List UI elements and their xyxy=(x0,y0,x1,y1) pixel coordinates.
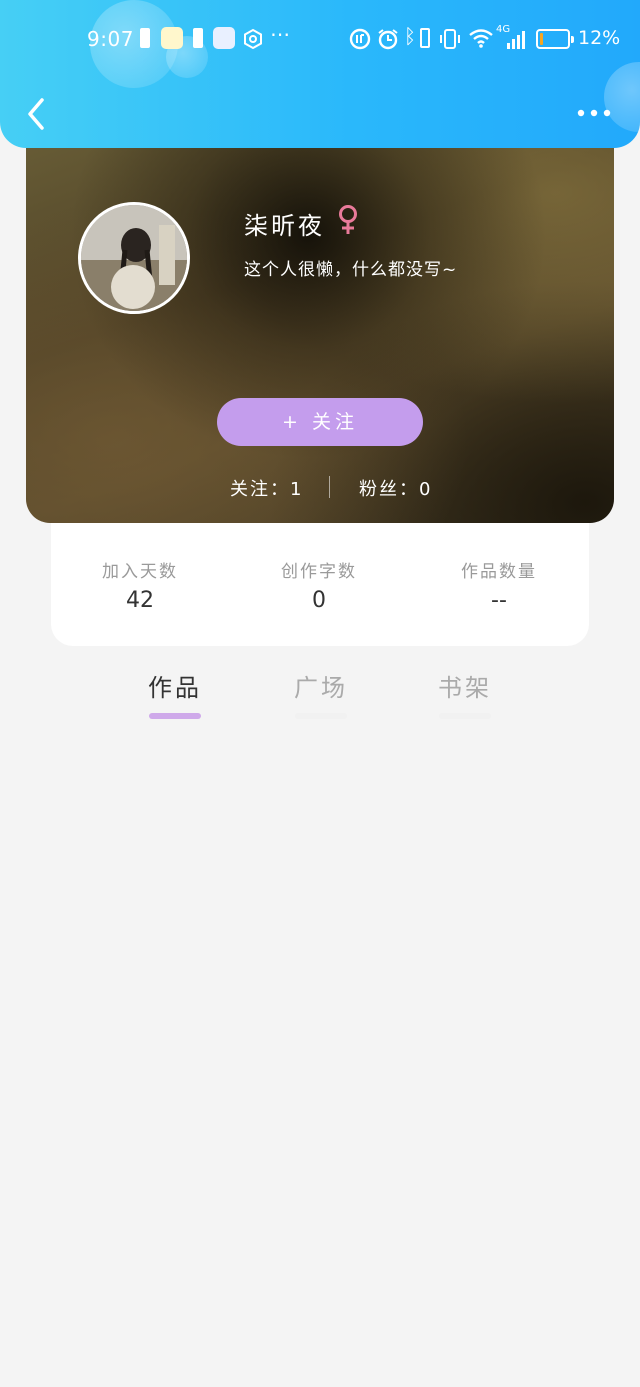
stat-value: -- xyxy=(491,588,507,613)
data-saver-icon xyxy=(349,28,371,50)
followers-count[interactable]: 粉丝：0 xyxy=(359,475,432,501)
stats-card: 加入天数 42 创作字数 0 作品数量 -- xyxy=(51,515,589,646)
stat-joined-days: 加入天数 42 xyxy=(70,557,210,613)
profile-card: 柒昕夜 这个人很懒，什么都没写~ + 关注 关注：1 粉丝：0 xyxy=(26,110,614,523)
avatar[interactable] xyxy=(78,202,190,314)
top-header: 9:07 ⋯ ᛒ 4G 12% xyxy=(0,0,640,148)
status-time: 9:07 xyxy=(87,27,134,51)
battery-level-fill xyxy=(540,33,543,45)
phone-icon xyxy=(420,28,430,48)
stat-label: 加入天数 xyxy=(102,562,178,582)
baidu-notification-icon xyxy=(213,27,235,49)
battery-percent: 12% xyxy=(578,27,621,49)
stat-value: 42 xyxy=(126,588,154,613)
username: 柒昕夜 xyxy=(244,212,325,240)
female-icon xyxy=(339,205,357,234)
chevron-left-icon xyxy=(28,98,44,130)
tab-indicator xyxy=(149,713,201,719)
tab-works[interactable]: 作品 xyxy=(135,668,215,719)
stat-label: 创作字数 xyxy=(281,562,357,582)
bio-text: 这个人很懒，什么都没写~ xyxy=(244,260,458,280)
vibrate-icon xyxy=(440,29,460,49)
tab-label: 作品 xyxy=(148,674,202,702)
tab-label: 广场 xyxy=(294,674,348,702)
stat-divider xyxy=(329,476,330,498)
back-button[interactable] xyxy=(22,96,52,132)
tab-bookshelf[interactable]: 书架 xyxy=(425,668,505,719)
hexagon-icon xyxy=(244,28,262,50)
following-count[interactable]: 关注：1 xyxy=(230,475,303,501)
overflow-dots-icon: ⋯ xyxy=(270,22,290,46)
status-bar: 9:07 ⋯ ᛒ 4G 12% xyxy=(0,22,640,56)
notification-icon xyxy=(193,28,203,48)
signal-icon xyxy=(507,31,525,49)
more-options-button[interactable] xyxy=(574,104,614,122)
stat-label: 作品数量 xyxy=(461,562,537,582)
app-notification-icon xyxy=(161,27,183,49)
avatar-image xyxy=(81,205,187,311)
more-dots-icon xyxy=(577,109,611,117)
stat-value: 0 xyxy=(312,588,326,613)
bluetooth-icon: ᛒ xyxy=(404,24,416,48)
stat-word-count: 创作字数 0 xyxy=(249,557,389,613)
battery-icon xyxy=(536,29,574,49)
tab-square[interactable]: 广场 xyxy=(281,668,361,719)
notification-icon xyxy=(140,28,150,48)
alarm-icon xyxy=(378,29,398,50)
tab-label: 书架 xyxy=(438,674,492,702)
follow-button[interactable]: + 关注 xyxy=(217,398,423,446)
stat-works-count: 作品数量 -- xyxy=(429,557,569,613)
tab-indicator xyxy=(439,713,491,719)
tab-indicator xyxy=(295,713,347,719)
wifi-icon xyxy=(469,29,493,48)
